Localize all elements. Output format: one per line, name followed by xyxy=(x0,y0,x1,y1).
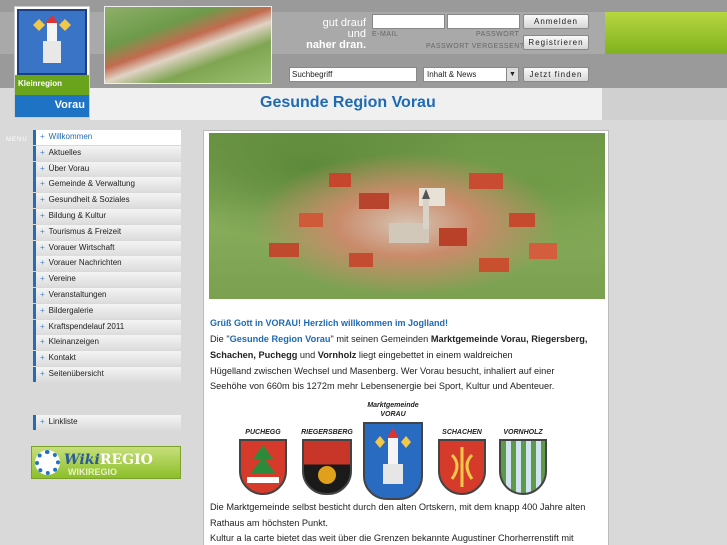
sidebar-item-label: Linkliste xyxy=(48,417,78,426)
bullet-icon: + xyxy=(40,353,45,363)
sidebar-item-vereine[interactable]: + Vereine xyxy=(33,272,181,288)
sidebar-item-willkommen[interactable]: + Willkommen xyxy=(33,130,181,145)
bullet-icon: + xyxy=(40,368,45,378)
crest-vornholz[interactable]: VORNHOLZ xyxy=(495,429,551,495)
sidebar-item-kleinanzeigen[interactable]: + Kleinanzeigen xyxy=(33,335,181,351)
sidebar-item-label: Bildergalerie xyxy=(48,305,94,315)
bullet-icon: + xyxy=(40,163,45,173)
search-button[interactable]: Jetzt finden xyxy=(523,67,589,82)
sidebar-item-wirtschaft[interactable]: + Vorauer Wirtschaft xyxy=(33,240,181,256)
sidebar-item-label: Über Vorau xyxy=(48,163,90,173)
wikiregio-logo-icon xyxy=(35,450,60,475)
sidebar-item-label: Gesundheit & Soziales xyxy=(48,195,130,205)
wikiregio-shadow-text: WIKIREGIO xyxy=(68,467,117,477)
sidebar-item-ueber-vorau[interactable]: + Über Vorau xyxy=(33,161,181,177)
page-title: Gesunde Region Vorau xyxy=(260,94,436,111)
chevron-down-icon[interactable]: ▼ xyxy=(506,68,518,81)
menu-label: MENU xyxy=(6,137,28,143)
vornholz-crest-icon xyxy=(499,439,547,495)
bullet-icon: + xyxy=(40,147,45,157)
sidebar-item-veranstaltungen[interactable]: + Veranstaltungen xyxy=(33,287,181,303)
sidebar-item-label: Tourismus & Freizeit xyxy=(48,226,122,236)
password-field[interactable] xyxy=(447,14,520,29)
sidebar-item-label: Vorauer Nachrichten xyxy=(48,258,122,268)
wikiregio-banner[interactable]: WikiREGIO WIKIREGIO xyxy=(31,446,181,479)
email-label: E-MAIL xyxy=(372,31,399,38)
slogan-line-3: naher dran. xyxy=(306,39,366,51)
bullet-icon: + xyxy=(40,289,45,299)
vorau-crest-icon xyxy=(17,9,87,75)
vorau-crest-large-icon xyxy=(363,422,423,500)
logo-town-label: Vorau xyxy=(15,95,89,117)
email-field[interactable] xyxy=(372,14,445,29)
crest-riegersberg[interactable]: RIEGERSBERG xyxy=(297,429,357,495)
intro-paragraph: Die "Gesunde Region Vorau" mit seinen Ge… xyxy=(210,334,588,392)
sidebar-nav: + Willkommen + Aktuelles + Über Vorau + Geme… xyxy=(33,130,181,383)
logo-region-label: Kleinregion xyxy=(15,75,89,95)
header-aerial-photo xyxy=(104,6,272,84)
sidebar-item-label: Veranstaltungen xyxy=(48,289,107,299)
sidebar-item-label: Vereine xyxy=(48,274,76,284)
forgot-password-link[interactable]: PASSWORT VERGESSEN? xyxy=(426,43,524,50)
bullet-icon: + xyxy=(40,226,45,236)
main-content: Grüß Gott in VORAU! Herzlich willkommen … xyxy=(203,130,609,545)
sidebar-item-bildung[interactable]: + Bildung & Kultur xyxy=(33,208,181,224)
bullet-icon: + xyxy=(40,210,45,220)
wikiregio-brand: WikiREGIO xyxy=(64,452,153,468)
sidebar-item-label: Aktuelles xyxy=(48,147,82,157)
sidebar-item-nachrichten[interactable]: + Vorauer Nachrichten xyxy=(33,256,181,272)
sidebar-item-label: Vorauer Wirtschaft xyxy=(48,242,115,252)
sidebar-item-label: Gemeinde & Verwaltung xyxy=(48,179,135,189)
sidebar-item-bildergalerie[interactable]: + Bildergalerie xyxy=(33,303,181,319)
bullet-icon: + xyxy=(40,337,45,347)
bullet-icon: + xyxy=(40,305,45,315)
sidebar-item-label: Kontakt xyxy=(48,353,76,363)
password-label: PASSWORT xyxy=(476,31,520,38)
search-input[interactable] xyxy=(289,67,417,82)
bullet-icon: + xyxy=(40,132,45,141)
site-logo[interactable]: Kleinregion Vorau xyxy=(14,6,90,118)
search-scope-select[interactable]: Inhalt & News ▼ xyxy=(423,67,519,82)
welcome-heading: Grüß Gott in VORAU! Herzlich willkommen … xyxy=(210,318,449,328)
riegersberg-crest-icon xyxy=(302,439,352,495)
sidebar-item-label: Kleinanzeigen xyxy=(48,337,99,347)
crest-puchegg[interactable]: PUCHEGG xyxy=(236,429,290,495)
sidebar-item-kraftspendelauf[interactable]: + Kraftspendelauf 2011 xyxy=(33,319,181,335)
crest-schachen[interactable]: SCHACHEN xyxy=(434,429,490,495)
sidebar-item-label: Bildung & Kultur xyxy=(48,210,107,220)
header-accent-bar xyxy=(605,12,727,54)
sidebar-item-seitenuebersicht[interactable]: + Seitenübersicht xyxy=(33,366,181,382)
sidebar-item-aktuelles[interactable]: + Aktuelles xyxy=(33,145,181,161)
search-scope-value: Inhalt & News xyxy=(427,70,477,79)
schachen-crest-icon xyxy=(438,439,486,495)
bullet-icon: + xyxy=(40,179,45,189)
sidebar-item-gemeinde[interactable]: + Gemeinde & Verwaltung xyxy=(33,177,181,193)
bullet-icon: + xyxy=(40,274,45,284)
bullet-icon: + xyxy=(40,258,45,268)
sidebar-item-label: Willkommen xyxy=(48,132,93,141)
village-aerial-photo xyxy=(209,133,605,299)
slogan: gut drauf und naher dran. xyxy=(296,18,366,51)
sidebar-item-label: Kraftspendelauf 2011 xyxy=(48,321,125,331)
bullet-icon: + xyxy=(40,195,45,205)
puchegg-crest-icon xyxy=(239,439,287,495)
bullet-icon: + xyxy=(40,417,45,426)
townhall-paragraph: Die Marktgemeinde selbst besticht durch … xyxy=(210,502,586,528)
sidebar-item-label: Seitenübersicht xyxy=(48,368,104,378)
crest-vorau[interactable]: Marktgemeinde VORAU xyxy=(358,401,428,500)
login-button[interactable]: Anmelden xyxy=(523,14,589,29)
culture-paragraph: Kultur a la carte bietet das weit über d… xyxy=(210,533,574,543)
sidebar-item-tourismus[interactable]: + Tourismus & Freizeit xyxy=(33,224,181,240)
title-band-right xyxy=(602,88,727,120)
sidebar-item-kontakt[interactable]: + Kontakt xyxy=(33,351,181,367)
bullet-icon: + xyxy=(40,242,45,252)
sidebar-item-gesundheit[interactable]: + Gesundheit & Soziales xyxy=(33,193,181,209)
sidebar-item-linkliste[interactable]: + Linkliste xyxy=(33,415,181,430)
bullet-icon: + xyxy=(40,321,45,331)
register-button[interactable]: Registrieren xyxy=(523,35,589,50)
village-houses-illustration xyxy=(269,173,557,272)
